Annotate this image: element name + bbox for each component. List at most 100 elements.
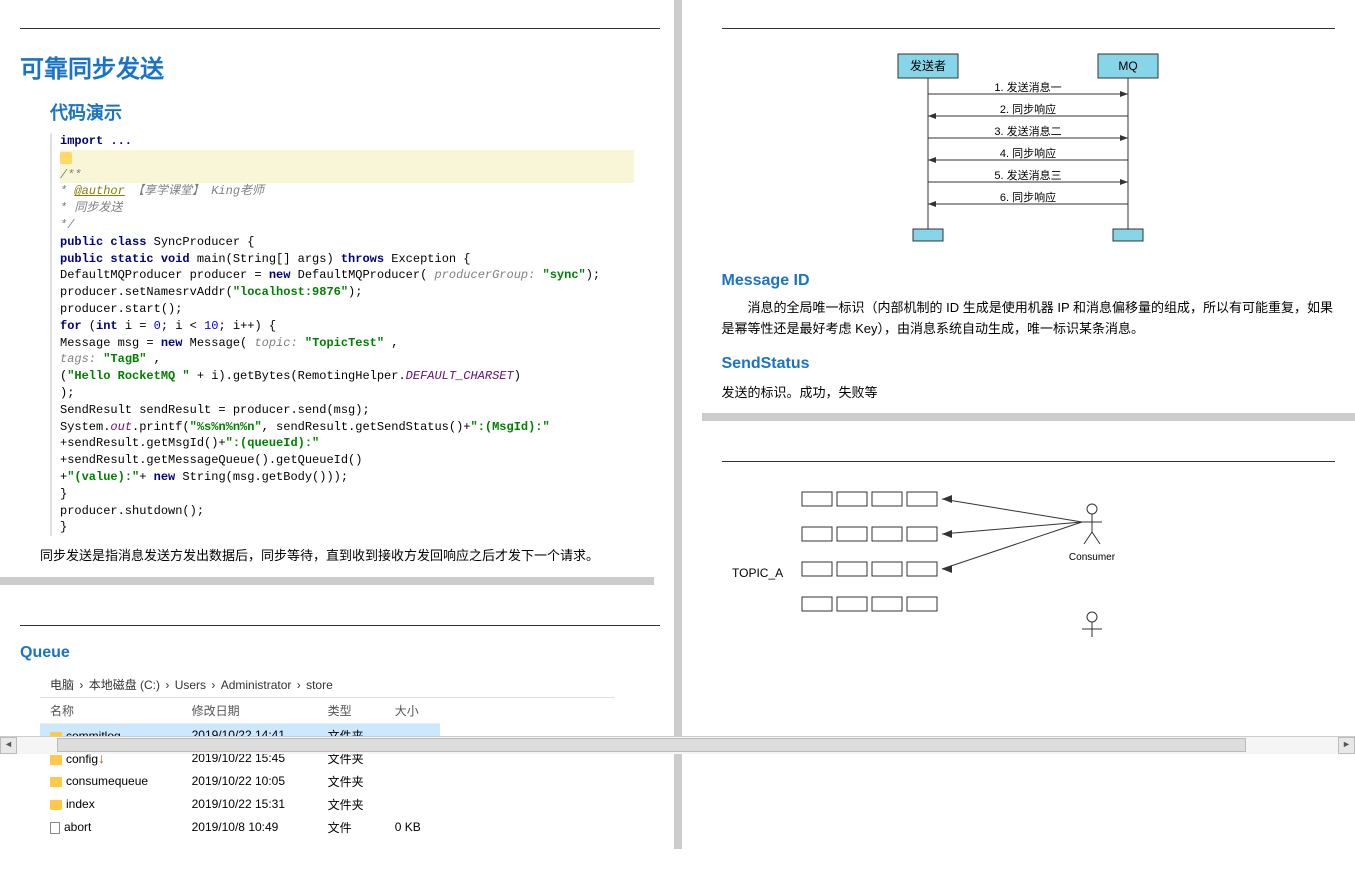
code-line: + i).getBytes(RemotingHelper. <box>190 369 406 383</box>
code-line: } <box>60 487 67 501</box>
code-line: DEFAULT_CHARSET <box>406 369 514 383</box>
column-divider <box>674 0 682 849</box>
folder-icon <box>50 800 62 810</box>
file-icon <box>50 822 60 834</box>
topic-diagram: TOPIC_A Consumer <box>722 482 1336 645</box>
code-line: public static void <box>60 252 190 266</box>
col-date[interactable]: 修改日期 <box>182 698 318 724</box>
code-line: } <box>60 520 67 534</box>
description-text: 同步发送是指消息发送方发出数据后，同步等待，直到收到接收方发回响应之后才发下一个… <box>40 546 634 567</box>
code-line: ":(queueId):" <box>226 436 320 450</box>
col-type[interactable]: 类型 <box>318 698 385 724</box>
code-line: String(msg.getBody())); <box>175 470 348 484</box>
file-type: 文件 <box>318 816 385 839</box>
divider <box>722 461 1336 462</box>
main-title: 可靠同步发送 <box>20 49 634 84</box>
scroll-left-button[interactable]: ◄ <box>0 737 17 754</box>
seq-message: 1. 发送消息一 <box>995 80 1062 94</box>
code-line: +sendResult.getMsgId()+ <box>60 436 226 450</box>
code-line: DefaultMQProducer( <box>290 268 434 282</box>
breadcrumb-item[interactable]: Users <box>175 678 206 692</box>
code-line: tags: <box>60 352 96 366</box>
code-line: 0 <box>154 319 161 333</box>
msgid-text: 消息的全局唯一标识（内部机制的 ID 生成是使用机器 IP 和消息偏移量的组成，… <box>722 298 1336 340</box>
code-block: import ... /** * @author 【享学课堂】 King老师 *… <box>50 133 634 536</box>
code-line: ) <box>514 369 521 383</box>
code-line: "sync" <box>543 268 586 282</box>
code-line: System. <box>60 420 110 434</box>
code-line: "localhost:9876" <box>233 285 348 299</box>
code-line: */ <box>60 218 74 232</box>
code-line: "(value):" <box>67 470 139 484</box>
divider <box>20 28 660 29</box>
file-name: abort <box>64 820 91 834</box>
file-table: 名称 修改日期 类型 大小 commitlog ←2019/10/22 14:4… <box>40 698 440 839</box>
folder-icon <box>50 777 62 787</box>
table-row[interactable]: abort2019/10/8 10:49文件0 KB <box>40 816 440 839</box>
file-name: config <box>66 752 98 766</box>
file-date: 2019/10/8 10:49 <box>182 816 318 839</box>
scroll-track[interactable] <box>17 737 1338 754</box>
code-line: new <box>161 336 183 350</box>
file-name: index <box>66 797 95 811</box>
seq-message: 4. 同步响应 <box>1000 146 1056 160</box>
code-line: producerGroup: <box>434 268 535 282</box>
consumer-label: Consumer <box>1068 552 1115 563</box>
breadcrumb[interactable]: 电脑 › 本地磁盘 (C:) › Users › Administrator ›… <box>40 672 614 698</box>
file-name: consumequeue <box>66 774 148 788</box>
horizontal-scrollbar[interactable]: ◄ ► <box>0 736 1355 754</box>
table-row[interactable]: index2019/10/22 15:31文件夹 <box>40 793 440 816</box>
code-line: 10 <box>204 319 218 333</box>
breadcrumb-item[interactable]: Administrator <box>221 678 292 692</box>
code-line: ); <box>60 386 74 400</box>
col-size[interactable]: 大小 <box>385 698 440 724</box>
scroll-thumb[interactable] <box>57 738 1246 752</box>
seq-mq: MQ <box>1119 59 1138 73</box>
code-line: out <box>110 420 132 434</box>
code-line: DefaultMQProducer producer = <box>60 268 269 282</box>
code-line: for <box>60 319 82 333</box>
seq-message: 6. 同步响应 <box>1000 190 1056 204</box>
code-line: producer.start(); <box>60 302 182 316</box>
code-line: * 同步发送 <box>60 201 122 215</box>
sequence-diagram: 发送者 MQ 1. 发送消息一2. 同步响应3. 发送消息二4. 同步响应5. … <box>722 49 1336 252</box>
code-line: +sendResult.getMessageQueue().getQueueId… <box>60 453 362 467</box>
code-line: SendResult sendResult = producer.send(ms… <box>60 403 370 417</box>
divider <box>20 625 660 626</box>
table-row[interactable]: consumequeue 2019/10/22 10:05文件夹 <box>40 770 440 793</box>
file-date: 2019/10/22 10:05 <box>182 770 318 793</box>
code-line: ; i < <box>161 319 204 333</box>
breadcrumb-item[interactable]: store <box>306 678 333 692</box>
code-line: public class <box>60 235 146 249</box>
msgid-title: Message ID <box>722 272 1336 290</box>
queue-title: Queue <box>20 644 634 662</box>
code-line: ); <box>586 268 600 282</box>
code-line: int <box>96 319 118 333</box>
code-line: ); <box>348 285 362 299</box>
scroll-right-button[interactable]: ► <box>1338 737 1355 754</box>
code-line: /** <box>60 168 82 182</box>
code-line: 【享学课堂】 King老师 <box>125 184 264 198</box>
code-line: , <box>146 352 160 366</box>
code-line: "%s%n%n%n" <box>190 420 262 434</box>
code-line: Message( <box>182 336 254 350</box>
code-line: ; i++) { <box>218 319 276 333</box>
code-line: topic: <box>254 336 297 350</box>
sub-title: 代码演示 <box>50 99 634 125</box>
code-line: Message msg = <box>60 336 161 350</box>
file-size <box>385 793 440 816</box>
code-line: .printf( <box>132 420 190 434</box>
file-size <box>385 770 440 793</box>
seq-sender: 发送者 <box>910 58 946 73</box>
code-line: i = <box>118 319 154 333</box>
code-line: producer.shutdown(); <box>60 504 204 518</box>
code-line: ( <box>82 319 96 333</box>
col-name[interactable]: 名称 <box>40 698 182 724</box>
file-date: 2019/10/22 15:31 <box>182 793 318 816</box>
breadcrumb-item[interactable]: 电脑 <box>50 678 74 692</box>
code-line: Exception { <box>384 252 470 266</box>
file-type: 文件夹 <box>318 770 385 793</box>
breadcrumb-item[interactable]: 本地磁盘 (C:) <box>89 678 160 692</box>
file-explorer: 电脑 › 本地磁盘 (C:) › Users › Administrator ›… <box>40 672 614 839</box>
code-line: throws <box>341 252 384 266</box>
